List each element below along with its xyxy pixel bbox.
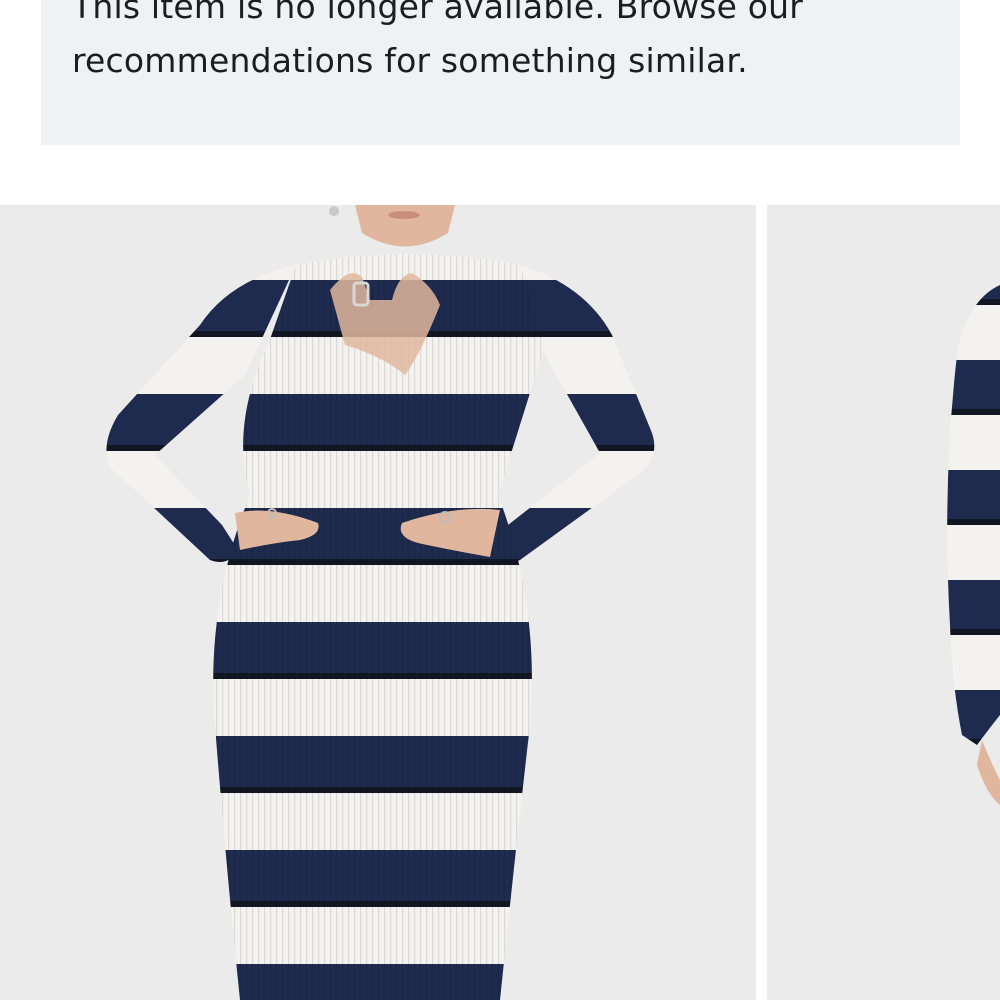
unavailable-message-line2: recommendations for something similar. <box>72 41 748 80</box>
product-image-1[interactable] <box>0 205 756 1000</box>
product-photo-side <box>767 205 1000 1000</box>
unavailable-notice: This item is no longer available. Browse… <box>41 0 960 145</box>
product-photo-front <box>0 205 756 1000</box>
product-image-2[interactable] <box>767 205 1000 1000</box>
unavailable-message: This item is no longer available. Browse… <box>72 0 942 88</box>
unavailable-message-line1: This item is no longer available. Browse… <box>72 0 804 26</box>
product-image-gallery[interactable] <box>0 205 1000 1000</box>
